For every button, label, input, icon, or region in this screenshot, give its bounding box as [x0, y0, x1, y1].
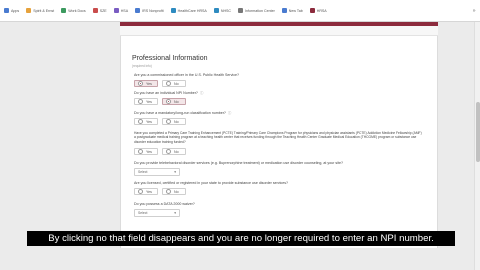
bookmarks-bar: Apps Spirit & Ernst Work Docs SZE HSA IR…	[0, 0, 480, 22]
bookmark-2[interactable]: Work Docs	[59, 7, 88, 15]
bookmark-5[interactable]: IRS Nonprofit	[133, 7, 166, 15]
bookmark-9[interactable]: New Tab	[280, 7, 305, 15]
npi-yes-option[interactable]: Yes	[134, 98, 158, 105]
form-top-strip	[120, 26, 438, 36]
question-data-waiver: Do you possess a DATA 2000 waiver?	[134, 202, 195, 206]
sud-services-select[interactable]: Select ▾	[134, 168, 180, 176]
radio-icon[interactable]	[138, 119, 143, 124]
bookmark-1[interactable]: Spirit & Ernst	[24, 7, 56, 15]
radio-icon[interactable]	[166, 189, 171, 194]
help-icon[interactable]: ⓘ	[228, 111, 231, 116]
radio-selected-icon[interactable]	[166, 99, 171, 104]
bookmark-favicon-icon	[213, 8, 219, 13]
bookmark-favicon-icon	[113, 8, 119, 13]
data-waiver-select[interactable]: Select ▾	[134, 209, 180, 217]
radio-icon[interactable]	[138, 189, 143, 194]
question-classification: Do you have a mandatory/long-run classif…	[134, 111, 232, 116]
phs-officer-yes-option[interactable]: Yes	[134, 80, 158, 87]
bookmark-favicon-icon	[281, 8, 287, 13]
bookmark-favicon-icon	[309, 8, 315, 13]
radio-icon[interactable]	[138, 99, 143, 104]
licensed-yes-option[interactable]: Yes	[134, 188, 158, 195]
question-licensed: Are you licensed, certified or registere…	[134, 181, 289, 185]
phs-officer-no-option[interactable]: No	[162, 80, 186, 87]
pcte-training-options: Yes No	[134, 148, 186, 155]
licensed-no-option[interactable]: No	[162, 188, 186, 195]
bookmark-favicon-icon	[135, 8, 141, 13]
phs-officer-options: Yes No	[134, 80, 186, 87]
pcte-training-no-option[interactable]: No	[162, 148, 186, 155]
bookmark-3[interactable]: SZE	[91, 7, 109, 15]
apps-icon	[4, 8, 9, 13]
classification-no-option[interactable]: No	[162, 118, 186, 125]
question-phs-officer: Are you a commissioned officer in the U.…	[134, 73, 239, 77]
page-scrollbar[interactable]	[474, 22, 480, 270]
question-sud-services: Do you provide telebehavioral disorder s…	[134, 161, 343, 165]
npi-no-option[interactable]: No	[162, 98, 186, 105]
question-npi: Do you have an individual NPI Number? ⓘ	[134, 91, 204, 96]
bookmark-favicon-icon	[61, 8, 67, 13]
chevron-down-icon: ▾	[174, 170, 176, 174]
bookmark-4[interactable]: HSA	[112, 7, 130, 15]
scrollbar-thumb[interactable]	[476, 102, 480, 162]
radio-icon[interactable]	[166, 119, 171, 124]
chevron-down-icon: ▾	[174, 211, 176, 215]
video-caption: By clicking no that field disappears and…	[27, 231, 455, 246]
bookmark-favicon-icon	[238, 8, 244, 13]
bookmarks-overflow-icon[interactable]: »	[473, 8, 476, 14]
bookmark-favicon-icon	[170, 8, 176, 13]
section-title: Professional Information	[132, 55, 208, 62]
bookmark-7[interactable]: NHSC	[212, 7, 233, 15]
help-icon[interactable]: ⓘ	[200, 91, 203, 96]
npi-options: Yes No	[134, 98, 186, 105]
bookmark-apps[interactable]: Apps	[2, 7, 21, 15]
section-subtitle: (required info)	[132, 64, 152, 68]
classification-yes-option[interactable]: Yes	[134, 118, 158, 125]
radio-icon[interactable]	[138, 149, 143, 154]
radio-selected-icon[interactable]	[138, 81, 143, 86]
radio-icon[interactable]	[166, 149, 171, 154]
licensed-options: Yes No	[134, 188, 186, 195]
bookmark-10[interactable]: HRSA	[308, 7, 329, 15]
bookmark-favicon-icon	[26, 8, 32, 13]
bookmark-favicon-icon	[92, 8, 98, 13]
bookmark-6[interactable]: HealthCare HRSA	[169, 7, 209, 15]
question-pcte-training: Have you completed a Primary Care Traini…	[134, 131, 422, 144]
pcte-training-yes-option[interactable]: Yes	[134, 148, 158, 155]
radio-icon[interactable]	[166, 81, 171, 86]
classification-options: Yes No	[134, 118, 186, 125]
bookmark-8[interactable]: Information Center	[236, 7, 277, 15]
